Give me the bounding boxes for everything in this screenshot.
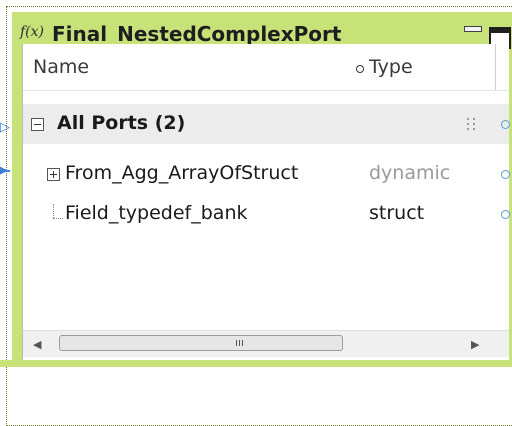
column-header-row: Name Type: [23, 44, 509, 91]
port-name: Field_typedef_bank: [65, 202, 248, 224]
input-link-arrow-icon: ▶: [0, 163, 8, 178]
collapse-icon[interactable]: [31, 118, 44, 131]
column-header-type[interactable]: Type: [369, 56, 413, 78]
panel-bottom-edge: [0, 360, 512, 367]
port-connector-icon[interactable]: [501, 210, 510, 219]
minimize-button[interactable]: [464, 26, 482, 32]
port-type: dynamic: [369, 162, 451, 184]
grip-icon: [236, 340, 244, 346]
group-label: All Ports (2): [57, 112, 186, 134]
ports-group-row[interactable]: All Ports (2): [23, 104, 510, 144]
transformation-title: Final_NestedComplexPort: [52, 22, 342, 46]
column-resize-handle[interactable]: [356, 65, 364, 73]
port-row[interactable]: Field_typedef_bank struct: [23, 194, 510, 234]
column-divider: [495, 44, 496, 90]
horizontal-scrollbar[interactable]: ◀ ▶: [23, 330, 509, 357]
drag-handle-icon[interactable]: [467, 118, 477, 132]
expand-icon[interactable]: [47, 168, 60, 181]
scroll-right-icon[interactable]: ▶: [471, 338, 479, 351]
port-type: struct: [369, 202, 425, 224]
port-name: From_Agg_ArrayOfStruct: [65, 162, 299, 184]
scroll-left-icon[interactable]: ◀: [33, 338, 41, 351]
port-row[interactable]: From_Agg_ArrayOfStruct dynamic: [23, 154, 510, 194]
port-connector-icon[interactable]: [501, 120, 510, 129]
expression-icon: f(x): [20, 24, 45, 40]
input-link-arrow-icon: ▷: [0, 120, 10, 135]
ports-grid: Name Type All Ports (2) From_Agg_ArrayOf…: [22, 44, 510, 366]
column-header-name[interactable]: Name: [33, 56, 89, 78]
scrollbar-thumb[interactable]: [59, 335, 343, 351]
port-connector-icon[interactable]: [501, 170, 510, 179]
